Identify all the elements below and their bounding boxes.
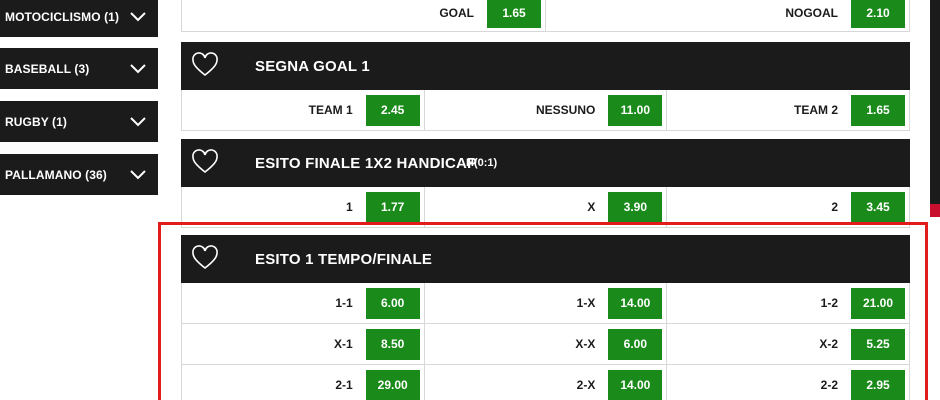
outcome-label: 1-X [576,296,596,310]
odd-cell[interactable]: TEAM 1 2.45 [182,90,425,130]
market-row: TEAM 1 2.45 NESSUNO 11.00 TEAM 2 1.65 [181,90,910,131]
odd-button[interactable]: 8.50 [365,328,420,360]
sidebar-item-rugby[interactable]: RUGBY (1) [0,101,158,142]
chevron-down-icon [130,169,146,179]
odd-button[interactable]: 14.00 [608,287,663,319]
market-row: 1-1 6.00 1-X 14.00 1-2 21.00 [181,283,910,324]
odd-cell[interactable]: NESSUNO 11.00 [425,90,668,130]
scrollbar-thumb[interactable] [930,0,940,217]
chevron-down-icon [130,116,146,126]
outcome-label: 1-2 [820,296,839,310]
scrollbar-accent [930,204,940,217]
odd-button[interactable]: 6.00 [608,328,663,360]
heart-icon[interactable] [192,245,218,271]
market-segna-goal-1: SEGNA GOAL 1 TEAM 1 2.45 NESSUNO 11.00 T… [181,42,910,131]
market-esito-1-tempo-finale: ESITO 1 TEMPO/FINALE 1-1 6.00 1-X 14.00 … [181,235,910,400]
odd-button[interactable]: 3.45 [851,191,906,223]
chevron-down-icon [130,11,146,21]
market-title: ESITO FINALE 1X2 HANDICAP [255,154,478,172]
odd-cell[interactable]: NOGOAL 2.10 [546,0,909,31]
odd-button[interactable]: 3.90 [608,191,663,223]
sidebar-item-label: MOTOCICLISMO (1) [5,9,120,24]
odd-cell[interactable]: 2-X 14.00 [425,365,668,400]
odd-cell[interactable]: 2-2 2.95 [667,365,909,400]
market-title: ESITO 1 TEMPO/FINALE [255,250,433,268]
odd-cell[interactable]: 1-X 14.00 [425,283,668,323]
sidebar-item-motociclismo[interactable]: MOTOCICLISMO (1) [0,0,158,37]
odd-cell[interactable]: X-X 6.00 [425,324,668,364]
market-row: 2-1 29.00 2-X 14.00 2-2 2.95 [181,365,910,400]
odd-button[interactable]: 21.00 [851,287,906,319]
outcome-label: X-2 [819,337,839,351]
odd-cell[interactable]: 2 3.45 [667,187,909,227]
sidebar-item-pallamano[interactable]: PALLAMANO (36) [0,154,158,195]
outcome-label: 2 [831,200,839,214]
market-row: GOAL 1.65 NOGOAL 2.10 [181,0,910,32]
market-esito-finale-handicap: ESITO FINALE 1X2 HANDICAP H(0:1) 1 1.77 … [181,139,910,228]
odd-cell[interactable]: TEAM 2 1.65 [667,90,909,130]
sidebar-item-label: PALLAMANO (36) [5,167,107,182]
odd-button[interactable]: 14.00 [608,369,663,400]
sidebar-item-baseball[interactable]: BASEBALL (3) [0,48,158,89]
odd-cell[interactable]: 2-1 29.00 [182,365,425,400]
odd-cell[interactable]: 1-1 6.00 [182,283,425,323]
odd-button[interactable]: 5.25 [851,328,906,360]
heart-icon[interactable] [192,52,218,78]
outcome-label: NESSUNO [536,103,596,117]
market-header: ESITO 1 TEMPO/FINALE [181,235,910,283]
outcome-label: 1 [345,200,353,214]
odd-cell[interactable]: GOAL 1.65 [182,0,546,31]
outcome-label: 1-1 [335,296,353,310]
chevron-down-icon [130,63,146,73]
market-header: SEGNA GOAL 1 [181,42,910,90]
odd-button[interactable]: 1.77 [365,191,420,223]
odd-cell[interactable]: X-2 5.25 [667,324,909,364]
outcome-label: TEAM 1 [308,103,353,117]
odd-cell[interactable]: X 3.90 [425,187,668,227]
heart-icon[interactable] [192,149,218,175]
market-row: X-1 8.50 X-X 6.00 X-2 5.25 [181,324,910,365]
odd-cell[interactable]: X-1 8.50 [182,324,425,364]
market-goal-nogoal: GOAL 1.65 NOGOAL 2.10 [181,0,910,32]
market-header: ESITO FINALE 1X2 HANDICAP H(0:1) [181,139,910,187]
sidebar-item-label: BASEBALL (3) [5,61,90,76]
outcome-label: GOAL [439,5,474,20]
odd-button[interactable]: 6.00 [365,287,420,319]
outcome-label: TEAM 2 [794,103,839,117]
betting-page: MOTOCICLISMO (1) BASEBALL (3) RUGBY (1) … [0,0,940,400]
outcome-label: X-X [575,337,596,351]
outcome-label: 2-X [576,378,596,392]
market-title: SEGNA GOAL 1 [255,57,370,75]
outcome-label: NOGOAL [785,5,838,20]
odd-button[interactable]: 29.00 [365,369,420,400]
odd-button[interactable]: 2.10 [851,0,905,28]
handicap-label: H(0:1) [466,157,498,169]
outcome-label: 2-1 [335,378,353,392]
odd-button[interactable]: 1.65 [851,94,906,126]
odd-button[interactable]: 2.45 [365,94,420,126]
odd-button[interactable]: 1.65 [487,0,541,28]
odd-button[interactable]: 11.00 [608,94,663,126]
odd-cell[interactable]: 1 1.77 [182,187,425,227]
sidebar-item-label: RUGBY (1) [5,114,68,129]
odd-button[interactable]: 2.95 [851,369,906,400]
outcome-label: 2-2 [820,378,839,392]
outcome-label: X-1 [333,337,353,351]
odd-cell[interactable]: 1-2 21.00 [667,283,909,323]
outcome-label: X [587,200,596,214]
market-row: 1 1.77 X 3.90 2 3.45 [181,187,910,228]
